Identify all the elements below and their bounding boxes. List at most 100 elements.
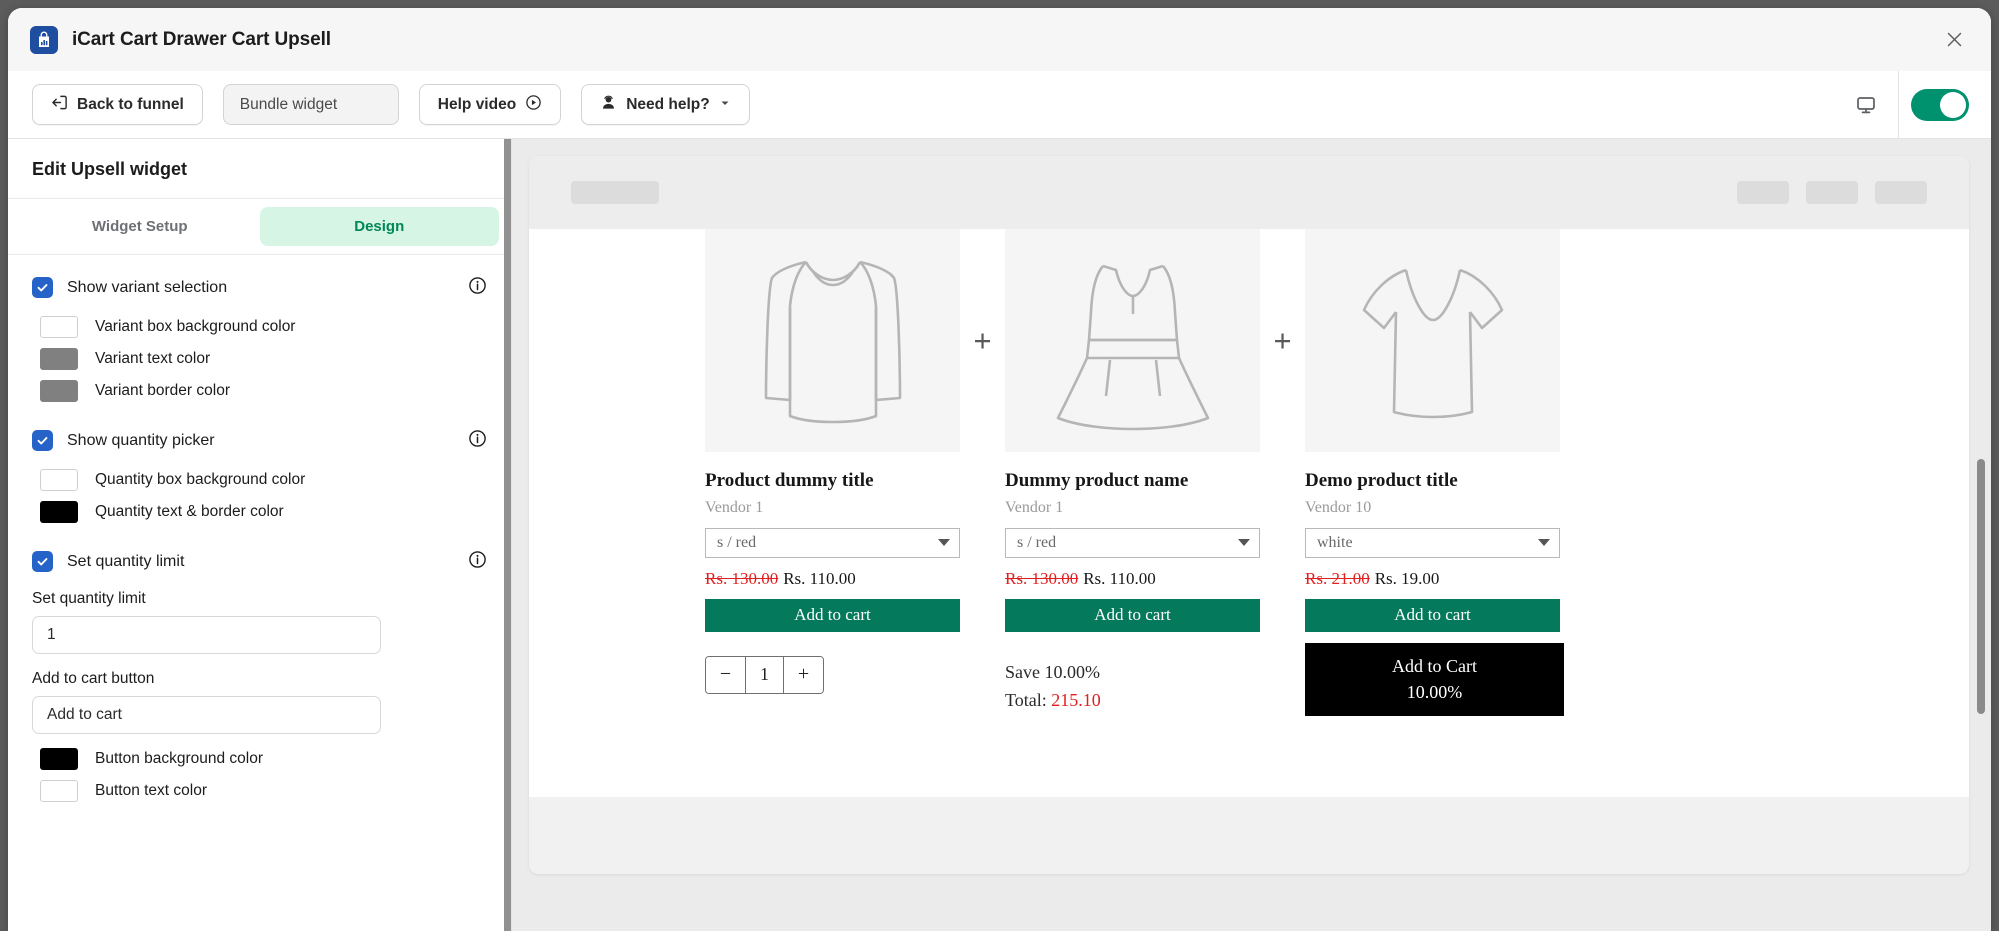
desktop-monitor-icon[interactable] bbox=[1838, 71, 1894, 139]
tab-widget-setup-label: Widget Setup bbox=[91, 218, 188, 235]
help-video-label: Help video bbox=[437, 95, 517, 113]
add-to-cart-button[interactable]: Add to cart bbox=[1005, 598, 1260, 632]
preview-scrollbar[interactable] bbox=[1977, 459, 1985, 714]
color-swatch[interactable] bbox=[40, 501, 78, 523]
quantity-increment-button[interactable]: + bbox=[784, 656, 823, 693]
sidebar-tabs: Widget Setup Design bbox=[8, 199, 511, 255]
sidebar-content: Show variant selection Variant box backg… bbox=[8, 255, 511, 802]
total-value: 215.10 bbox=[1051, 689, 1101, 710]
final-cta-line1: Add to Cart bbox=[1392, 656, 1477, 677]
need-help-button[interactable]: Need help? bbox=[581, 84, 750, 125]
arrow-left-box-icon bbox=[51, 94, 68, 116]
toolbar-right-group bbox=[1838, 70, 1969, 139]
app-window: iCart Cart Drawer Cart Upsell Back to fu… bbox=[8, 8, 1991, 931]
quantity-decrement-button[interactable]: − bbox=[706, 656, 745, 693]
option-set-quantity-limit[interactable]: Set quantity limit bbox=[32, 550, 487, 574]
sidebar-header: Edit Upsell widget bbox=[8, 139, 511, 199]
color-swatch[interactable] bbox=[40, 380, 78, 402]
color-label: Variant box background color bbox=[95, 318, 296, 335]
color-label: Button background color bbox=[95, 750, 264, 767]
tab-widget-setup[interactable]: Widget Setup bbox=[20, 207, 260, 246]
back-to-funnel-button[interactable]: Back to funnel bbox=[32, 84, 203, 125]
product-card: Dummy product name Vendor 1 s / red Rs. … bbox=[1005, 229, 1260, 715]
product-title: Product dummy title bbox=[705, 470, 874, 491]
close-icon[interactable] bbox=[1937, 23, 1971, 57]
color-quantity-text-border[interactable]: Quantity text & border color bbox=[32, 501, 487, 523]
product-card: Product dummy title Vendor 1 s / red Rs.… bbox=[705, 229, 960, 694]
widget-name-value: Bundle widget bbox=[239, 95, 338, 113]
widget-name-field[interactable]: Bundle widget bbox=[222, 84, 399, 125]
price-original: Rs. 130.00 bbox=[1005, 568, 1079, 588]
add-to-cart-button[interactable]: Add to cart bbox=[1305, 598, 1560, 632]
quantity-limit-label: Set quantity limit bbox=[32, 590, 146, 607]
color-label: Quantity text & border color bbox=[95, 503, 284, 520]
info-circle-icon[interactable] bbox=[468, 276, 487, 300]
chevron-down-icon bbox=[938, 539, 950, 547]
title-bar: iCart Cart Drawer Cart Upsell bbox=[8, 8, 1991, 71]
dress-outline-icon bbox=[1005, 229, 1260, 452]
skeleton-nav-item bbox=[1806, 181, 1858, 204]
checkbox-show-quantity-picker[interactable] bbox=[32, 430, 53, 451]
add-to-cart-button[interactable]: Add to cart bbox=[705, 598, 960, 632]
info-circle-icon[interactable] bbox=[468, 550, 487, 574]
color-variant-text[interactable]: Variant text color bbox=[32, 348, 487, 370]
long-sleeve-shirt-outline-icon bbox=[705, 229, 960, 452]
color-swatch[interactable] bbox=[40, 316, 78, 338]
bundle-add-to-cart-button[interactable]: Add to Cart 10.00% bbox=[1305, 642, 1564, 716]
person-headset-icon bbox=[600, 94, 617, 116]
color-variant-box-background[interactable]: Variant box background color bbox=[32, 316, 487, 338]
color-swatch[interactable] bbox=[40, 348, 78, 370]
quantity-limit-input[interactable] bbox=[32, 616, 381, 654]
color-swatch[interactable] bbox=[40, 780, 78, 802]
color-swatch[interactable] bbox=[40, 469, 78, 491]
quantity-value[interactable]: 1 bbox=[745, 656, 784, 693]
price-row: Rs. 130.00 Rs. 110.00 bbox=[1005, 569, 1260, 589]
add-to-cart-text-input[interactable] bbox=[32, 696, 381, 734]
total-row: Total: 215.10 bbox=[1005, 687, 1260, 715]
info-circle-icon[interactable] bbox=[468, 429, 487, 453]
checkbox-set-quantity-limit[interactable] bbox=[32, 551, 53, 572]
add-to-cart-label: Add to cart bbox=[1394, 605, 1471, 625]
add-to-cart-label: Add to cart bbox=[1094, 605, 1171, 625]
skeleton-header bbox=[529, 156, 1969, 229]
variant-select[interactable]: s / red bbox=[1005, 527, 1260, 558]
chevron-down-icon bbox=[719, 96, 731, 114]
chevron-down-icon bbox=[1538, 539, 1550, 547]
preview-footer bbox=[529, 797, 1969, 874]
variant-value: s / red bbox=[1017, 533, 1057, 551]
page-title: Edit Upsell widget bbox=[32, 159, 188, 179]
sidebar-scrollbar[interactable] bbox=[504, 139, 511, 931]
price-current: Rs. 110.00 bbox=[783, 568, 856, 588]
color-quantity-box-background[interactable]: Quantity box background color bbox=[32, 469, 487, 491]
bundle-plus-separator: + bbox=[973, 322, 992, 358]
price-row: Rs. 130.00 Rs. 110.00 bbox=[705, 569, 960, 589]
product-title: Demo product title bbox=[1305, 470, 1458, 491]
option-show-quantity-picker[interactable]: Show quantity picker bbox=[32, 429, 487, 453]
color-button-background[interactable]: Button background color bbox=[32, 748, 487, 770]
help-video-button[interactable]: Help video bbox=[418, 84, 562, 125]
toggle-knob bbox=[1940, 91, 1966, 118]
variant-select[interactable]: s / red bbox=[705, 527, 960, 558]
bundle-plus-separator: + bbox=[1273, 322, 1292, 358]
color-button-text[interactable]: Button text color bbox=[32, 780, 487, 802]
back-to-funnel-label: Back to funnel bbox=[77, 95, 184, 113]
sidebar: Edit Upsell widget Widget Setup Design S… bbox=[8, 139, 512, 931]
product-vendor: Vendor 1 bbox=[1005, 498, 1064, 516]
v-neck-tshirt-outline-icon bbox=[1305, 229, 1560, 452]
option-label: Show variant selection bbox=[67, 278, 228, 296]
color-label: Variant border color bbox=[95, 382, 230, 399]
add-to-cart-label: Add to cart bbox=[794, 605, 871, 625]
checkbox-show-variant-selection[interactable] bbox=[32, 277, 53, 298]
tab-design-label: Design bbox=[354, 218, 405, 235]
play-circle-icon bbox=[525, 94, 542, 116]
total-label: Total: bbox=[1005, 689, 1047, 710]
color-swatch[interactable] bbox=[40, 748, 78, 770]
tab-design[interactable]: Design bbox=[259, 207, 499, 246]
option-label: Set quantity limit bbox=[67, 552, 185, 570]
variant-select[interactable]: white bbox=[1305, 527, 1560, 558]
widget-enable-toggle[interactable] bbox=[1911, 88, 1969, 121]
option-label: Show quantity picker bbox=[67, 431, 215, 449]
option-show-variant-selection[interactable]: Show variant selection bbox=[32, 276, 487, 300]
color-variant-border[interactable]: Variant border color bbox=[32, 380, 487, 402]
